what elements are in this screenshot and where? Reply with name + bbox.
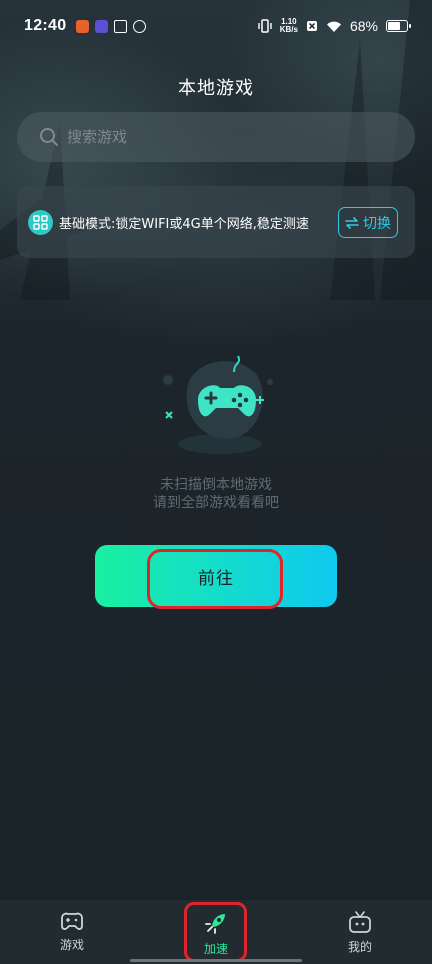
network-mode-bar: 基础模式:锁定WIFI或4G单个网络,稳定测速 切换: [17, 186, 415, 258]
notification-icons: [76, 19, 147, 33]
status-time: 12:40: [24, 17, 67, 34]
battery-percent: 68%: [349, 18, 378, 34]
gamepad-illustration: [163, 355, 273, 454]
switch-mode-label: 切换: [363, 215, 391, 232]
tab-mine-label: 我的: [347, 940, 372, 954]
go-to-all-games-button[interactable]: 前往: [95, 545, 337, 607]
tab-games-label: 游戏: [59, 938, 84, 952]
go-button-label: 前往: [198, 568, 234, 589]
vibrate-icon: [258, 19, 272, 33]
status-right: 1.10 KB/s 68%: [258, 18, 411, 34]
search-icon: [40, 128, 58, 146]
tab-accelerate[interactable]: 加速: [161, 900, 271, 964]
wifi-icon: [326, 21, 341, 32]
mode-description: 基础模式:锁定WIFI或4G单个网络,稳定测速: [59, 216, 309, 232]
sync-app-icon: [133, 19, 147, 33]
search-bar[interactable]: [17, 112, 415, 162]
tab-mine[interactable]: 我的: [305, 900, 415, 964]
network-speed: 1.10 KB/s: [280, 18, 298, 34]
app-notification-icon: [76, 19, 90, 33]
tv-robot-icon: [349, 911, 371, 933]
no-sim-icon: [306, 21, 317, 31]
rocket-icon: [205, 914, 225, 934]
tab-games[interactable]: 游戏: [17, 900, 127, 964]
bottom-tab-bar: 游戏 加速 我的: [0, 900, 432, 964]
search-input[interactable]: [67, 128, 367, 146]
empty-state-line-2: 请到全部游戏看看吧: [153, 495, 279, 511]
n-app-icon: [114, 19, 128, 33]
battery-fill: [388, 22, 400, 30]
status-bar: 12:40 1.10 KB/s 68%: [0, 0, 432, 52]
video-app-icon: [95, 19, 109, 33]
gamepad-icon: [61, 912, 83, 930]
tab-accelerate-label: 加速: [203, 942, 228, 956]
swap-arrows-icon: [345, 216, 359, 229]
page-title: 本地游戏: [178, 78, 254, 99]
switch-mode-button[interactable]: 切换: [338, 207, 398, 238]
home-indicator[interactable]: [130, 959, 302, 962]
network-speed-unit: KB/s: [279, 25, 298, 34]
mode-grid-icon: [28, 209, 53, 235]
empty-state-line-1: 未扫描倒本地游戏: [160, 477, 272, 493]
battery-icon: [386, 20, 411, 32]
